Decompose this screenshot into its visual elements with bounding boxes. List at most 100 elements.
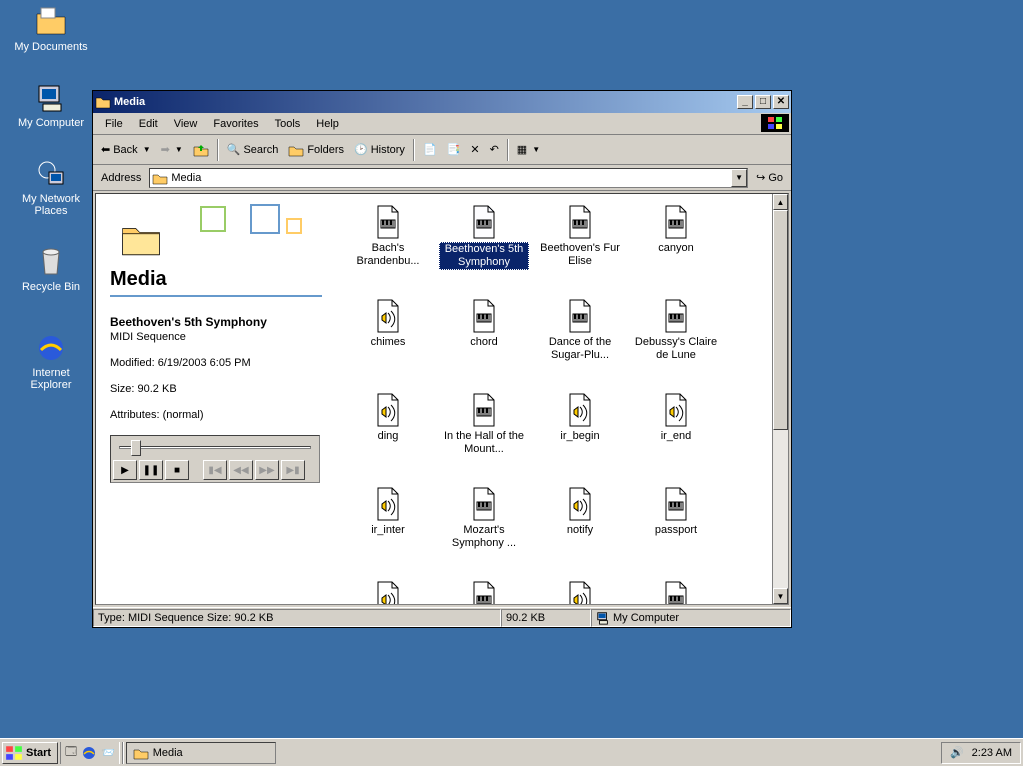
outlook-icon[interactable]: 📨 [101, 746, 115, 759]
file-item[interactable]: In the Hall of the Mount... [436, 390, 532, 480]
file-item[interactable]: ir_inter [340, 484, 436, 574]
chevron-down-icon: ▼ [143, 145, 151, 154]
scroll-down-button[interactable]: ▼ [773, 588, 788, 604]
file-item[interactable]: ir_begin [532, 390, 628, 480]
file-item[interactable]: ding [340, 390, 436, 480]
up-button[interactable] [189, 140, 213, 160]
window-title: Media [114, 96, 737, 108]
file-label: Debussy's Claire de Lune [631, 336, 721, 362]
file-item[interactable]: chimes [340, 296, 436, 386]
explorer-window: Media _ □ ✕ File Edit View Favorites Too… [92, 90, 792, 628]
go-button[interactable]: ↪ Go [752, 169, 787, 186]
next-track-button[interactable]: ▶▮ [281, 460, 305, 480]
desktop-icon-label: Recycle Bin [22, 281, 80, 293]
rewind-button[interactable]: ◀◀ [229, 460, 253, 480]
file-item[interactable]: Debussy's Claire de Lune [628, 296, 724, 386]
desktop-icon-my-computer[interactable]: My Computer [14, 82, 88, 129]
minimize-button[interactable]: _ [737, 95, 753, 109]
file-label: In the Hall of the Mount... [439, 430, 529, 456]
panel-divider [110, 295, 322, 297]
forward-button[interactable]: ➡ ▼ [157, 141, 187, 158]
address-label: Address [97, 172, 145, 184]
desktop-icon-my-network-places[interactable]: My Network Places [14, 158, 88, 217]
desktop-icon-my-documents[interactable]: My Documents [14, 6, 88, 53]
file-item[interactable]: chord [436, 296, 532, 386]
menu-view[interactable]: View [166, 115, 206, 133]
file-label: Beethoven's 5th Symphony [439, 242, 529, 270]
file-item[interactable] [532, 578, 628, 604]
file-item[interactable]: Beethoven's Fur Elise [532, 202, 628, 292]
desktop-icon-recycle-bin[interactable]: Recycle Bin [14, 246, 88, 293]
seek-thumb[interactable] [131, 440, 141, 456]
copyto-button[interactable]: 📑 [443, 141, 465, 158]
menu-file[interactable]: File [97, 115, 131, 133]
windows-logo-icon [5, 745, 23, 761]
address-dropdown-button[interactable]: ▼ [731, 169, 747, 187]
midi-file-icon [660, 204, 692, 240]
menu-tools[interactable]: Tools [267, 115, 309, 133]
file-grid[interactable]: Bach's Brandenbu...Beethoven's 5th Symph… [336, 194, 772, 604]
delete-icon: ✕ [470, 143, 479, 156]
undo-button[interactable]: ↶ [486, 141, 503, 158]
menu-favorites[interactable]: Favorites [205, 115, 266, 133]
scroll-up-button[interactable]: ▲ [773, 194, 788, 210]
show-desktop-icon[interactable]: 🗔 [65, 743, 77, 762]
address-input[interactable]: Media ▼ [149, 168, 748, 188]
volume-icon[interactable]: 🔊 [950, 746, 964, 759]
undo-icon: ↶ [490, 143, 499, 156]
folders-button[interactable]: Folders [284, 140, 348, 160]
seek-slider[interactable] [113, 438, 317, 458]
scroll-thumb[interactable] [773, 210, 788, 430]
start-button[interactable]: Start [2, 742, 58, 764]
vertical-scrollbar[interactable]: ▲ ▼ [772, 194, 788, 604]
file-label: ding [378, 430, 399, 443]
folder-up-icon [193, 142, 209, 158]
prev-track-button[interactable]: ▮◀ [203, 460, 227, 480]
play-button[interactable]: ▶ [113, 460, 137, 480]
selected-modified: Modified: 6/19/2003 6:05 PM [110, 357, 322, 369]
delete-button[interactable]: ✕ [466, 141, 483, 158]
file-item[interactable]: notify [532, 484, 628, 574]
menubar: File Edit View Favorites Tools Help [93, 113, 791, 135]
system-tray: 🔊 2:23 AM [941, 742, 1021, 764]
ie-icon[interactable] [81, 745, 97, 761]
moveto-button[interactable]: 📄 [419, 141, 441, 158]
file-item[interactable]: Beethoven's 5th Symphony [436, 202, 532, 292]
file-item[interactable] [628, 578, 724, 604]
taskbar-item-label: Media [153, 747, 183, 759]
file-item[interactable]: Dance of the Sugar-Plu... [532, 296, 628, 386]
menu-help[interactable]: Help [308, 115, 347, 133]
search-button[interactable]: 🔍 Search [223, 141, 283, 158]
desktop-icon-label: My Computer [18, 117, 84, 129]
file-item[interactable] [340, 578, 436, 604]
selected-file-type: MIDI Sequence [110, 331, 322, 343]
file-item[interactable] [436, 578, 532, 604]
views-button[interactable]: ▦ ▼ [513, 141, 544, 158]
file-item[interactable]: passport [628, 484, 724, 574]
clock[interactable]: 2:23 AM [972, 747, 1012, 759]
folders-icon [288, 142, 304, 158]
file-item[interactable]: ir_end [628, 390, 724, 480]
back-button[interactable]: ⬅ Back ▼ [97, 141, 155, 158]
scroll-track[interactable] [773, 210, 788, 588]
fastfwd-button[interactable]: ▶▶ [255, 460, 279, 480]
close-button[interactable]: ✕ [773, 95, 789, 109]
file-label: chord [470, 336, 498, 349]
maximize-button[interactable]: □ [755, 95, 771, 109]
titlebar[interactable]: Media _ □ ✕ [93, 91, 791, 113]
menu-edit[interactable]: Edit [131, 115, 166, 133]
file-item[interactable]: Mozart's Symphony ... [436, 484, 532, 574]
search-icon: 🔍 [227, 143, 241, 156]
file-icon [660, 580, 692, 604]
desktop-icon-internet-explorer[interactable]: Internet Explorer [14, 332, 88, 391]
file-label: chimes [371, 336, 406, 349]
status-size: 90.2 KB [501, 609, 591, 627]
info-panel: Media Beethoven's 5th Symphony MIDI Sequ… [96, 194, 336, 604]
history-button[interactable]: 🕑 History [350, 141, 409, 158]
pause-button[interactable]: ❚❚ [139, 460, 163, 480]
taskbar-item-media[interactable]: Media [126, 742, 276, 764]
file-item[interactable]: Bach's Brandenbu... [340, 202, 436, 292]
file-item[interactable]: canyon [628, 202, 724, 292]
sound-file-icon [372, 486, 404, 522]
stop-button[interactable]: ■ [165, 460, 189, 480]
